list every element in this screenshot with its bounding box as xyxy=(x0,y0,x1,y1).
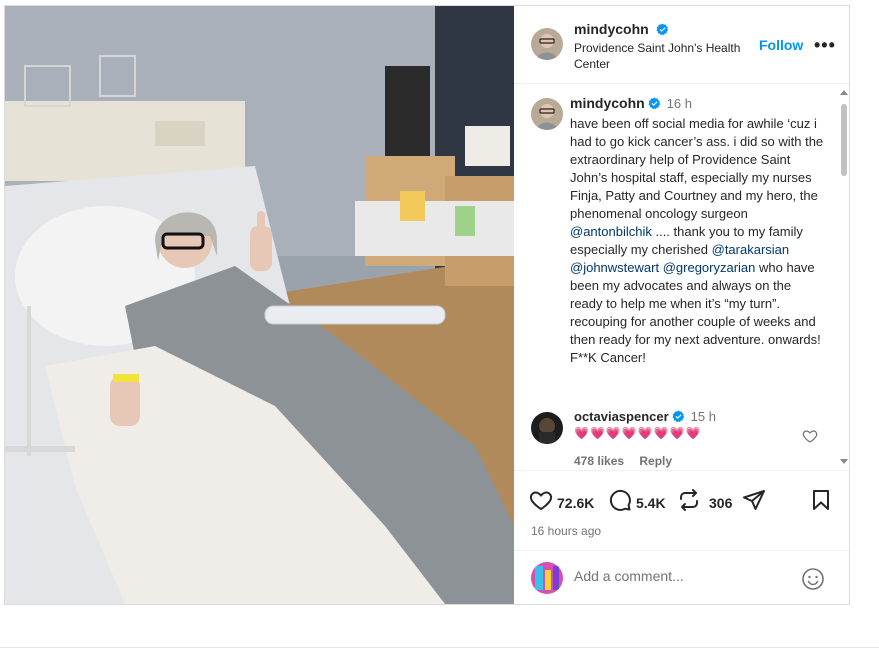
repost-button[interactable]: 306 xyxy=(677,488,732,517)
mention-link[interactable]: @tarakarsian xyxy=(712,242,790,257)
share-icon xyxy=(742,488,766,517)
share-button[interactable] xyxy=(742,488,766,517)
verified-badge-icon xyxy=(656,23,669,41)
save-button[interactable] xyxy=(809,488,833,517)
reposts-count[interactable]: 306 xyxy=(709,495,732,511)
post-photo[interactable] xyxy=(5,6,514,604)
caption-avatar[interactable] xyxy=(531,98,563,130)
mention-link[interactable]: @gregoryzarian xyxy=(663,260,756,275)
hospital-photo-image xyxy=(5,6,514,604)
comment-heart-icon[interactable] xyxy=(802,428,818,444)
scroll-up-icon[interactable] xyxy=(840,90,848,95)
comment-button[interactable]: 5.4K xyxy=(608,488,666,517)
like-button[interactable]: 72.6K xyxy=(529,488,594,517)
mention-link[interactable]: @johnwstewart xyxy=(570,260,659,275)
comment-time[interactable]: 15 h xyxy=(691,409,716,424)
commenter-username[interactable]: octaviaspencer xyxy=(574,409,669,424)
scroll-down-icon[interactable] xyxy=(840,459,848,464)
more-icon[interactable]: ••• xyxy=(814,35,836,56)
reply-button[interactable]: Reply xyxy=(639,454,672,468)
heart-icon xyxy=(529,488,553,517)
author-username[interactable]: mindycohn xyxy=(574,21,649,37)
current-user-avatar[interactable] xyxy=(531,562,563,594)
comment-item: octaviaspencer 15 h 💗💗💗💗💗💗💗💗 478 likes Re… xyxy=(514,406,834,470)
comment-likes-count[interactable]: 478 likes xyxy=(574,454,624,468)
author-avatar[interactable] xyxy=(531,28,563,60)
emoji-icon[interactable] xyxy=(801,567,825,591)
post-caption: mindycohn 16 h have been off social media… xyxy=(570,94,824,367)
comment-input[interactable] xyxy=(574,568,794,584)
repost-icon xyxy=(677,488,701,517)
bookmark-icon xyxy=(809,488,833,517)
comment-meta: 478 likes Reply xyxy=(574,454,684,468)
post-card: mindycohn Providence Saint John's Health… xyxy=(4,5,850,605)
comments-count[interactable]: 5.4K xyxy=(636,495,666,511)
author-name-row: mindycohn xyxy=(574,21,669,41)
comment-icon xyxy=(608,488,632,517)
follow-button[interactable]: Follow xyxy=(759,37,803,53)
page-divider xyxy=(0,647,879,648)
mention-link[interactable]: @antonbilchik xyxy=(570,224,652,239)
post-header: mindycohn Providence Saint John's Health… xyxy=(514,6,849,84)
commenter-name-row: octaviaspencer 15 h xyxy=(574,408,716,428)
verified-badge-icon xyxy=(648,97,661,115)
caption-text: have been off social media for awhile ‘c… xyxy=(570,116,824,221)
scrollbar-thumb[interactable] xyxy=(841,104,847,176)
post-location[interactable]: Providence Saint John's Health Center xyxy=(574,40,754,72)
action-bar: 72.6K 5.4K 306 16 hours ago xyxy=(514,470,849,550)
add-comment-bar xyxy=(514,550,849,604)
caption-text: who have been my advocates and always on… xyxy=(570,260,821,365)
commenter-avatar[interactable] xyxy=(531,412,563,444)
post-timestamp[interactable]: 16 hours ago xyxy=(531,524,601,538)
comments-section: mindycohn 16 h have been off social media… xyxy=(514,84,849,470)
comment-text: 💗💗💗💗💗💗💗💗 xyxy=(574,426,702,440)
caption-username[interactable]: mindycohn xyxy=(570,95,645,111)
caption-time[interactable]: 16 h xyxy=(667,96,692,111)
likes-count[interactable]: 72.6K xyxy=(557,495,594,511)
post-side-panel: mindycohn Providence Saint John's Health… xyxy=(514,6,849,604)
